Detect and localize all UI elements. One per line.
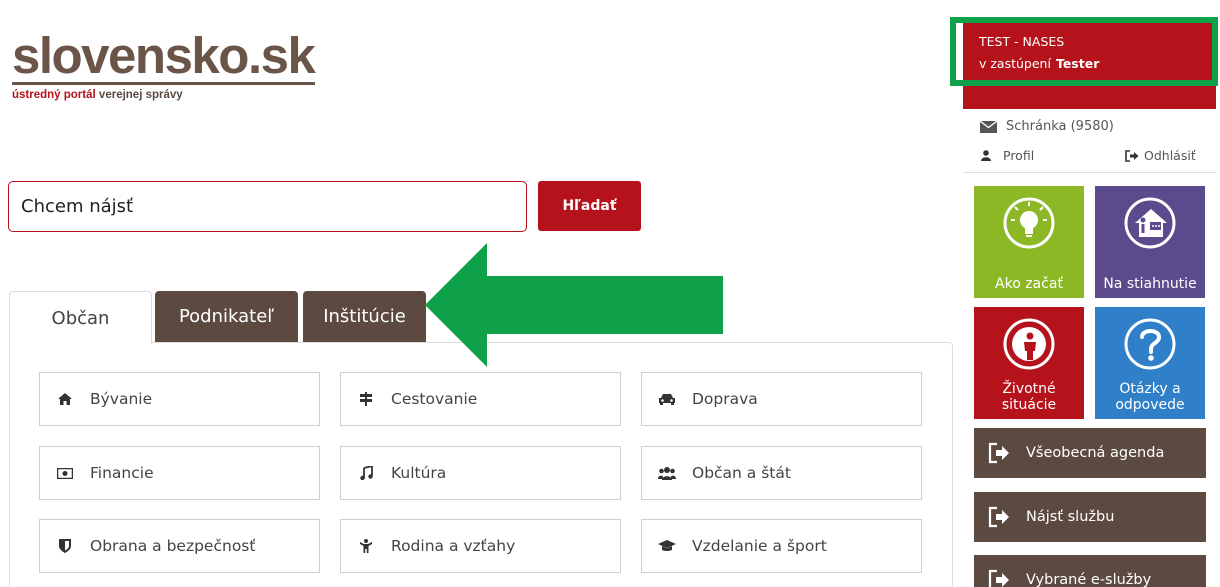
graduation-cap-icon (658, 540, 676, 552)
lightbulb-icon (1003, 197, 1055, 249)
tile-na-stiahnutie[interactable]: Na stiahnutie (1095, 186, 1205, 298)
category-doprava[interactable]: Doprava (641, 372, 922, 426)
site-logo[interactable]: slovensko.sk ústredný portál verejnej sp… (12, 30, 317, 101)
home-icon (56, 393, 74, 405)
button-najst-sluzbu[interactable]: Nájsť službu (974, 492, 1206, 542)
category-obcan-a-stat[interactable]: Občan a štát (641, 446, 922, 500)
group-icon (658, 466, 676, 480)
category-financie[interactable]: Financie (39, 446, 320, 500)
search-button[interactable]: Hľadať (538, 181, 641, 231)
category-cestovanie[interactable]: Cestovanie (340, 372, 621, 426)
money-icon (56, 467, 74, 479)
search-input-value: Chcem nájsť (21, 196, 134, 217)
tab-podnikatel[interactable]: Podnikateľ (155, 291, 298, 342)
category-obrana[interactable]: Obrana a bezpečnosť (39, 519, 320, 573)
green-highlight-frame (950, 17, 1218, 86)
question-icon (1124, 318, 1176, 370)
sign-out-icon (1125, 149, 1139, 162)
category-vzdelanie[interactable]: Vzdelanie a šport (641, 519, 922, 573)
tile-ako-zacat[interactable]: Ako začať (974, 186, 1084, 298)
sign-in-icon (988, 442, 1018, 464)
button-vseobecna-agenda[interactable]: Všeobecná agenda (974, 428, 1206, 478)
signpost-icon (357, 392, 375, 406)
button-vybrane-e-sluzby[interactable]: Vybrané e-služby (974, 555, 1206, 587)
divider (963, 172, 1216, 173)
car-icon (658, 393, 676, 405)
tab-institucie[interactable]: Inštitúcie (303, 291, 426, 342)
green-arrow-annotation (425, 243, 723, 367)
music-icon (357, 466, 375, 480)
sign-in-icon (988, 569, 1018, 587)
child-icon (357, 539, 375, 553)
logout-link[interactable]: Odhlásiť (1125, 148, 1196, 163)
tile-otazky-a-odpovede[interactable]: Otázky a odpovede (1095, 307, 1205, 419)
category-rodina[interactable]: Rodina a vzťahy (340, 519, 621, 573)
shield-icon (56, 539, 74, 553)
category-byvanie[interactable]: Bývanie (39, 372, 320, 426)
tab-obcan[interactable]: Občan (9, 291, 152, 344)
inbox-link[interactable]: Schránka (9580) (980, 119, 1114, 134)
profile-link[interactable]: Profil (981, 148, 1034, 163)
category-kultura[interactable]: Kultúra (340, 446, 621, 500)
user-icon (981, 150, 991, 161)
envelope-icon (980, 120, 997, 133)
tile-zivotne-situacie[interactable]: Životné situácie (974, 307, 1084, 419)
download-house-icon (1124, 197, 1176, 249)
search-input[interactable]: Chcem nájsť (8, 181, 527, 232)
logo-wordmark: slovensko.sk (12, 27, 316, 84)
person-icon (1003, 318, 1055, 370)
logo-tagline: ústredný portál verejnej správy (12, 89, 183, 101)
sign-in-icon (988, 506, 1018, 528)
